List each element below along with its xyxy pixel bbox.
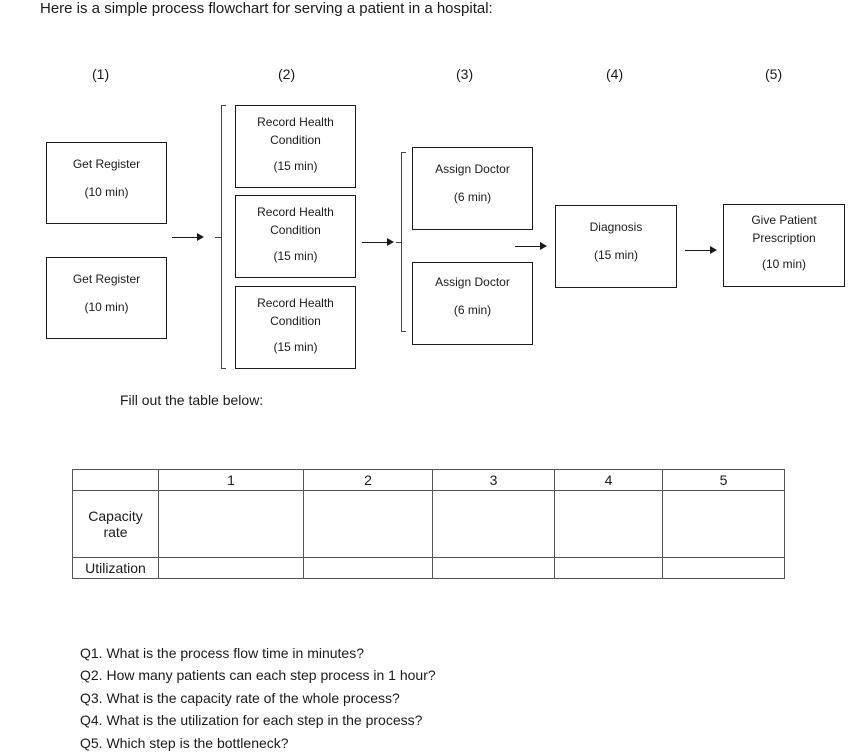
utilization-cell-3[interactable] (432, 557, 555, 579)
step-name: Assign Doctor (435, 162, 510, 176)
record-health-box-1: Record Health Condition (15 min) (235, 105, 356, 188)
row-label-line2: rate (103, 524, 128, 540)
get-register-box-2: Get Register (10 min) (46, 257, 167, 339)
question-1: Q1. What is the process flow time in min… (80, 645, 364, 661)
step-number-2: (2) (278, 66, 296, 82)
utilization-cell-4[interactable] (554, 557, 663, 579)
header-cell-5: 5 (662, 469, 785, 491)
question-2: Q2. How many patients can each step proc… (80, 667, 436, 684)
capacity-cell-3[interactable] (432, 490, 555, 558)
bracket-step-2 (221, 105, 226, 369)
arrow-2-to-3 (362, 238, 394, 246)
step-time: (10 min) (84, 300, 129, 314)
header-cell-4: 4 (554, 469, 663, 491)
bracket-tick (396, 242, 402, 243)
question-4: Q4. What is the utilization for each ste… (80, 712, 423, 729)
step-time: (6 min) (453, 303, 492, 317)
step-name-line1: Record Health (257, 115, 334, 129)
step-name-line2: Condition (270, 223, 321, 237)
step-time: (15 min) (273, 340, 318, 354)
step-time: (10 min) (761, 257, 806, 271)
questions-list: Q1. What is the process flow time in min… (80, 642, 436, 754)
arrow-1-to-2 (172, 233, 204, 241)
capacity-cell-5[interactable] (662, 490, 785, 558)
step-number-3: (3) (456, 66, 474, 82)
table-header-row: 1 2 3 4 5 (72, 469, 785, 491)
step-name: Get Register (72, 157, 141, 171)
utilization-cell-2[interactable] (303, 557, 433, 579)
step-name-line2: Condition (270, 314, 321, 328)
step-time: (10 min) (84, 185, 129, 199)
step-name-line1: Record Health (257, 205, 334, 219)
utilization-cell-1[interactable] (158, 557, 304, 579)
table-row-capacity: Capacity rate (72, 490, 785, 558)
header-cell-blank (72, 469, 159, 491)
capacity-table: 1 2 3 4 5 Capacity rate Utilization (72, 469, 785, 579)
row-label-capacity: Capacity rate (72, 490, 159, 558)
give-prescription-box: Give Patient Prescription (10 min) (723, 204, 845, 287)
row-label-line1: Capacity (88, 508, 143, 524)
arrow-3-to-4 (515, 242, 547, 250)
row-label-utilization: Utilization (72, 557, 159, 579)
header-cell-2: 2 (303, 469, 433, 491)
diagnosis-box: Diagnosis (15 min) (555, 205, 677, 288)
step-time: (6 min) (453, 190, 492, 204)
bracket-tick (215, 237, 221, 238)
record-health-box-2: Record Health Condition (15 min) (235, 195, 356, 278)
step-name-line1: Record Health (257, 296, 334, 310)
step-number-4: (4) (606, 66, 624, 82)
intro-text: Here is a simple process flowchart for s… (40, 0, 493, 17)
capacity-cell-2[interactable] (303, 490, 433, 558)
step-name: Assign Doctor (435, 275, 510, 289)
header-cell-1: 1 (158, 469, 304, 491)
step-name-line1: Give Patient (751, 213, 817, 227)
step-time: (15 min) (593, 248, 638, 262)
get-register-box-1: Get Register (10 min) (46, 142, 167, 224)
assign-doctor-box-1: Assign Doctor (6 min) (412, 147, 533, 230)
step-name-line2: Condition (270, 133, 321, 147)
arrow-4-to-5 (685, 246, 717, 254)
step-number-5: (5) (765, 66, 783, 82)
fill-instruction: Fill out the table below: (120, 392, 264, 408)
capacity-cell-4[interactable] (554, 490, 663, 558)
step-number-1: (1) (92, 66, 110, 82)
question-5: Q5. Which step is the bottleneck? (80, 734, 289, 751)
capacity-cell-1[interactable] (158, 490, 304, 558)
header-cell-3: 3 (432, 469, 555, 491)
step-time: (15 min) (273, 159, 318, 173)
step-time: (15 min) (273, 249, 318, 263)
table-row-utilization: Utilization (72, 557, 785, 579)
step-name-line2: Prescription (752, 231, 816, 245)
question-3: Q3. What is the capacity rate of the who… (80, 689, 400, 706)
step-name: Get Register (72, 272, 141, 286)
record-health-box-3: Record Health Condition (15 min) (235, 286, 356, 369)
step-name: Diagnosis (589, 220, 643, 234)
utilization-cell-5[interactable] (662, 557, 785, 579)
assign-doctor-box-2: Assign Doctor (6 min) (412, 262, 533, 345)
